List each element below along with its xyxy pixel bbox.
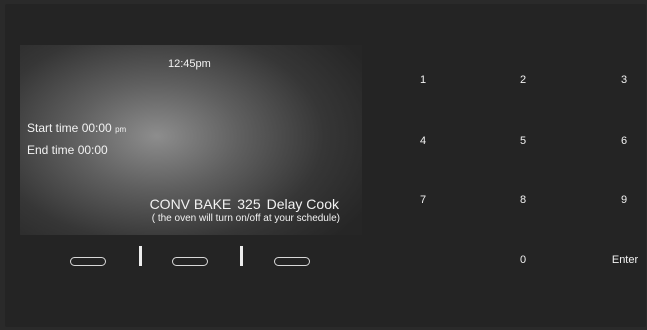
keypad-1-button[interactable]: 1 <box>420 74 426 86</box>
keypad-4-button[interactable]: 4 <box>420 135 426 147</box>
keypad-2-button[interactable]: 2 <box>520 74 526 86</box>
cook-mode-line: CONV BAKE 325 Delay Cook <box>150 196 339 212</box>
soft-key-right[interactable] <box>274 257 310 266</box>
keypad-9-button[interactable]: 9 <box>621 194 627 206</box>
soft-key-divider <box>240 246 243 266</box>
soft-key-middle[interactable] <box>172 257 208 266</box>
clock: 12:45pm <box>168 58 211 70</box>
enter-button[interactable]: Enter <box>612 254 638 266</box>
keypad-8-button[interactable]: 8 <box>520 194 526 206</box>
cook-function: Delay Cook <box>266 196 339 212</box>
start-time-label: Start time <box>27 121 79 135</box>
keypad-6-button[interactable]: 6 <box>621 135 627 147</box>
start-time-ampm: pm <box>115 125 127 134</box>
end-time-row: End time 00:00 <box>27 143 108 157</box>
start-time-row: Start time 00:00 pm <box>27 121 126 135</box>
schedule-note: ( the oven will turn on/off at your sche… <box>151 213 340 224</box>
keypad-7-button[interactable]: 7 <box>420 194 426 206</box>
start-time-value: 00:00 <box>81 121 112 135</box>
keypad-3-button[interactable]: 3 <box>621 74 627 86</box>
soft-key-left[interactable] <box>70 257 106 266</box>
end-time-label: End time <box>27 143 75 157</box>
cook-mode: CONV BAKE <box>149 196 232 212</box>
soft-key-divider <box>139 246 142 266</box>
keypad-0-button[interactable]: 0 <box>520 254 526 266</box>
end-time-value: 00:00 <box>77 143 108 157</box>
keypad-5-button[interactable]: 5 <box>520 135 526 147</box>
temperature: 325 <box>237 196 261 212</box>
display-screen: 12:45pm Start time 00:00 pm End time 00:… <box>20 45 362 235</box>
